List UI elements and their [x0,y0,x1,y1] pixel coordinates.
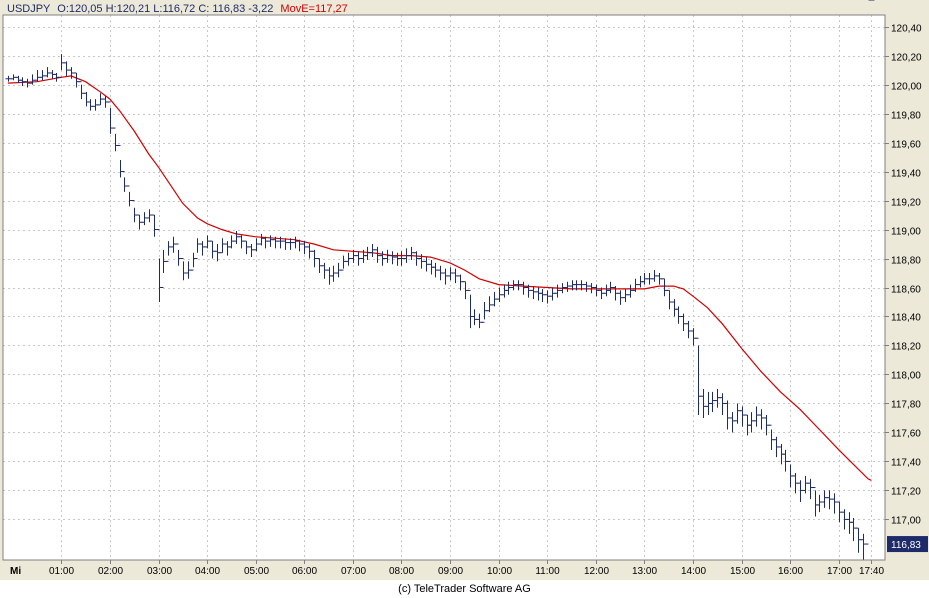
y-tick-label: 120,20 [891,53,922,64]
x-tick-label: 16:00 [778,566,803,577]
price-chart[interactable]: 117,00 117,20 117,40 117,60 117,80 118,00 118,… [0,0,929,580]
plot-area [3,15,885,560]
x-tick-label: 06:00 [292,566,317,577]
x-tick-label: 12:00 [584,566,609,577]
x-tick-label: 09:00 [438,566,463,577]
y-tick-label: 117,80 [891,400,921,411]
y-tick-label: 120,40 [891,24,922,35]
ohlc-readout: O:120,05 H:120,21 L:116,72 C: 116,83 -3,… [57,3,273,15]
x-tick-label: 03:00 [147,566,172,577]
day-label: Mi [10,566,21,577]
y-tick-label: 119,20 [891,198,921,209]
y-tick-label: 120,00 [891,82,922,93]
symbol-label: USDJPY [7,3,51,15]
x-tick-label: 04:00 [195,566,220,577]
last-value-label: 116,83 [891,540,921,551]
x-axis: 01:00 02:00 03:00 04:00 05:00 06:00 07:00 08:00… [10,560,884,577]
x-tick-label: 02:00 [98,566,123,577]
y-tick-label: 119,00 [891,227,921,238]
x-tick-label: 08:00 [389,566,414,577]
x-tick-label: 11:00 [535,566,560,577]
x-tick-label: 17:00 [827,566,852,577]
x-tick-label: 14:00 [681,566,706,577]
copyright-footer: (c) TeleTrader Software AG [398,583,531,595]
y-tick-label: 118,60 [891,285,921,296]
x-tick-label: 15:00 [730,566,755,577]
x-tick-label: 01:00 [49,566,74,577]
y-tick-label: 117,60 [891,429,921,440]
x-tick-label: 17:40 [859,566,884,577]
y-tick-label: 118,40 [891,313,921,324]
indicator-readout: MovE=117,27 [280,3,347,15]
y-tick-label: 119,40 [891,169,921,180]
x-tick-label: 07:00 [341,566,366,577]
x-tick-label: 05:00 [244,566,269,577]
y-tick-label: 117,40 [891,458,921,469]
y-tick-label: 118,00 [891,371,921,382]
y-tick-label: 117,20 [891,487,921,498]
y-tick-label: 118,20 [891,342,921,353]
y-tick-label: 119,80 [891,111,921,122]
x-tick-label: 10:00 [487,566,512,577]
chart-frame: 117,00 117,20 117,40 117,60 117,80 118,00 118,… [0,0,929,580]
y-tick-label: 117,00 [891,516,921,527]
y-tick-label: 118,80 [891,256,921,267]
x-tick-label: 13:00 [632,566,657,577]
y-tick-label: 119,60 [891,140,921,151]
y-axis: 117,00 117,20 117,40 117,60 117,80 118,00 118,… [885,24,928,553]
header-line: USDJPY O:120,05 H:120,21 L:116,72 C: 116… [7,3,348,15]
chart-header: USDJPY O:120,05 H:120,21 L:116,72 C: 116… [7,3,348,15]
